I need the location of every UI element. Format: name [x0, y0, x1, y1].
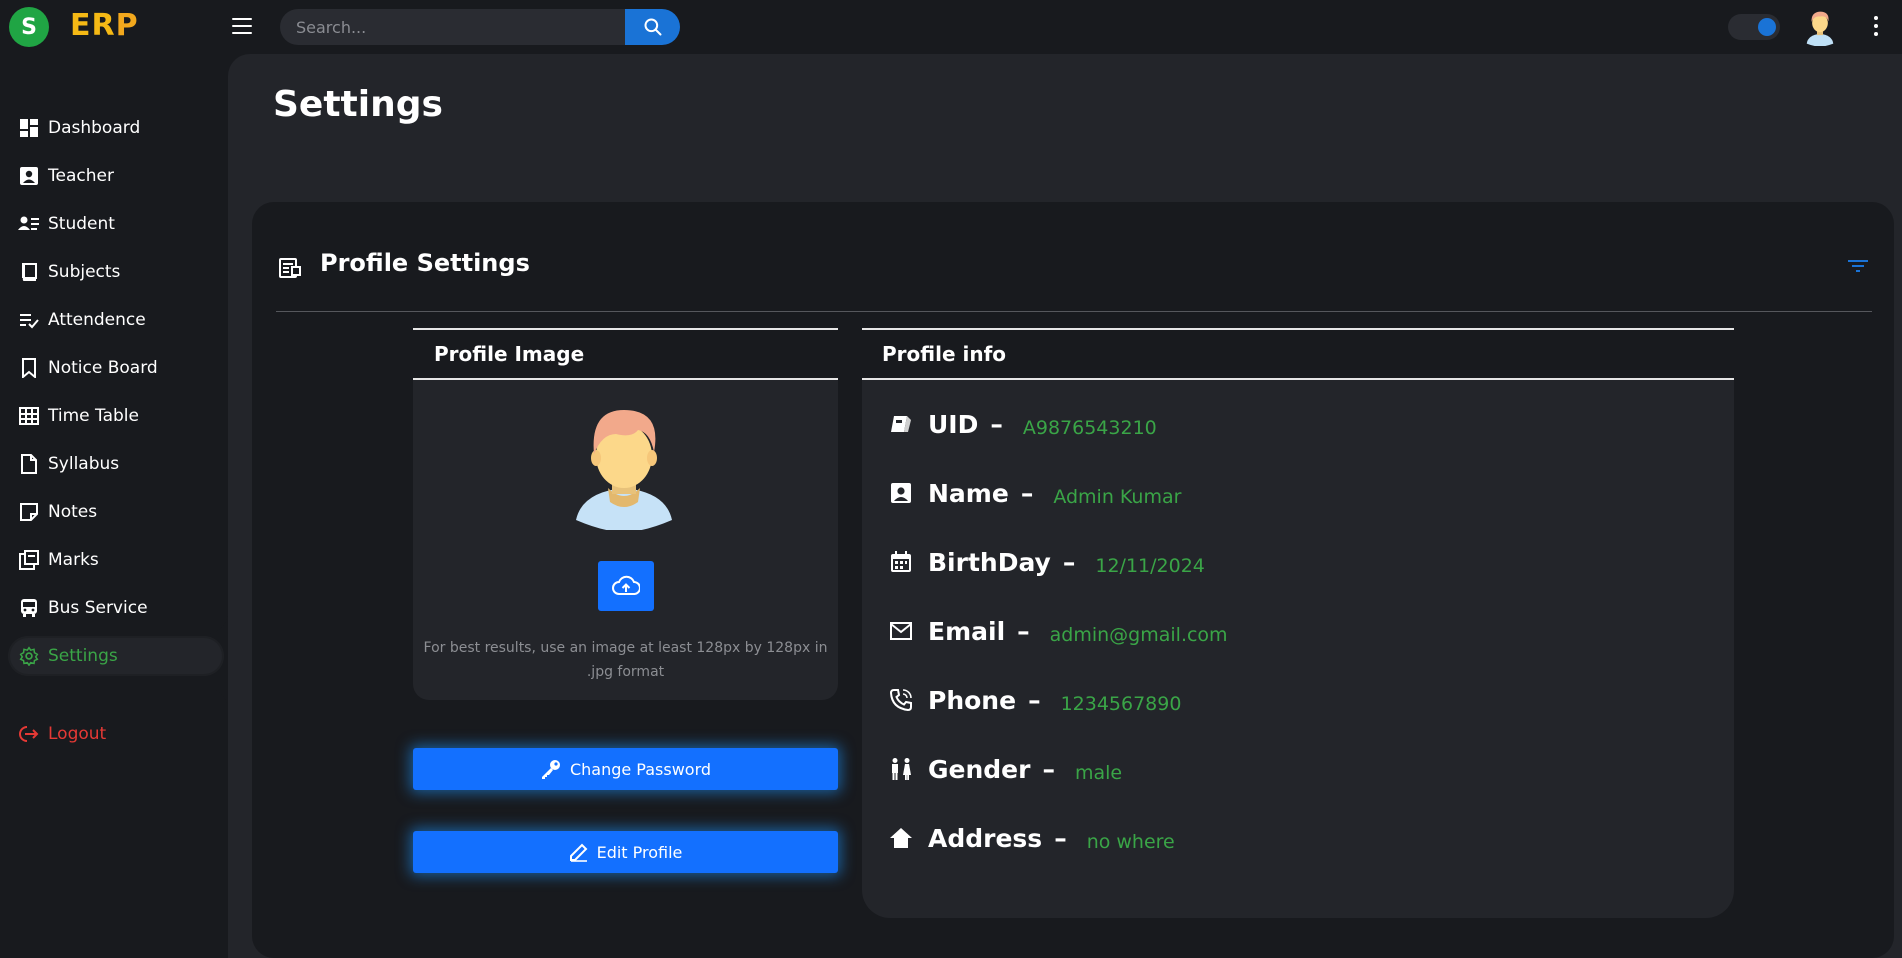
note-icon: [18, 501, 40, 523]
search-input[interactable]: [280, 9, 625, 45]
mail-icon: [888, 618, 914, 644]
sidebar-item-label: Notice Board: [48, 358, 158, 378]
home-icon: [888, 825, 914, 851]
phone-icon: [888, 687, 914, 713]
sidebar-item-bus-service[interactable]: Bus Service: [8, 588, 224, 628]
sidebar-item-label: Marks: [48, 550, 99, 570]
sidebar-item-attendence[interactable]: Attendence: [8, 300, 224, 340]
theme-toggle[interactable]: [1728, 14, 1780, 40]
user-avatar[interactable]: [1804, 8, 1836, 47]
app-logo-text: ERP: [70, 8, 139, 43]
bookmark-icon: [18, 357, 40, 379]
sidebar-item-time-table[interactable]: Time Table: [8, 396, 224, 436]
profile-avatar: [572, 404, 676, 532]
address-value: no where: [1086, 831, 1175, 853]
logout-icon: [18, 723, 40, 745]
info-row-birthday: BirthDay – 12/11/2024: [888, 544, 1205, 580]
file-icon: [18, 453, 40, 475]
profile-image-title: Profile Image: [434, 342, 585, 366]
search-icon: [644, 18, 661, 36]
page-title: Settings: [273, 84, 443, 125]
phone-value: 1234567890: [1060, 693, 1182, 715]
birthday-value: 12/11/2024: [1095, 555, 1205, 577]
bus-icon: [18, 597, 40, 619]
dashboard-icon: [18, 117, 40, 139]
marks-icon: [18, 549, 40, 571]
sidebar-item-marks[interactable]: Marks: [8, 540, 224, 580]
sidebar-item-label: Settings: [48, 646, 118, 666]
menu-icon[interactable]: [232, 18, 252, 34]
book-icon: [18, 261, 40, 283]
info-row-address: Address – no where: [888, 820, 1175, 856]
upload-image-button[interactable]: [598, 561, 654, 611]
search-button[interactable]: [625, 9, 680, 45]
gender-icon: [888, 756, 914, 782]
info-row-uid: UID – A9876543210: [888, 406, 1157, 442]
profile-info-title: Profile info: [882, 342, 1007, 366]
change-password-button[interactable]: Change Password: [413, 748, 838, 790]
sidebar-item-syllabus[interactable]: Syllabus: [8, 444, 224, 484]
gear-icon: [18, 645, 40, 667]
sidebar-item-label: Student: [48, 214, 115, 234]
key-icon: [540, 758, 562, 780]
info-row-gender: Gender – male: [888, 751, 1122, 787]
sidebar-item-notes[interactable]: Notes: [8, 492, 224, 532]
info-row-phone: Phone – 1234567890: [888, 682, 1181, 718]
sidebar-item-settings[interactable]: Settings: [8, 636, 224, 676]
calendar-icon: [888, 549, 914, 575]
sidebar-item-label: Syllabus: [48, 454, 120, 474]
sidebar-item-label: Bus Service: [48, 598, 148, 618]
sidebar-item-label: Attendence: [48, 310, 146, 330]
teacher-icon: [18, 165, 40, 187]
top-bar: S ERP: [0, 0, 1902, 54]
sidebar-item-label: Notes: [48, 502, 98, 522]
card-divider: [276, 311, 1872, 312]
filter-icon[interactable]: [1848, 258, 1868, 278]
settings-doc-icon: [278, 256, 302, 284]
sidebar-item-subjects[interactable]: Subjects: [8, 252, 224, 292]
sidebar-item-label: Subjects: [48, 262, 121, 282]
edit-profile-label: Edit Profile: [596, 842, 683, 862]
edit-profile-button[interactable]: Edit Profile: [413, 831, 838, 873]
sidebar-item-label: Time Table: [48, 406, 139, 426]
sidebar-item-label: Dashboard: [48, 118, 141, 138]
sidebar-item-label: Teacher: [48, 166, 114, 186]
avatar-icon: [1806, 11, 1834, 47]
uid-value: A9876543210: [1022, 417, 1157, 439]
name-value: Admin Kumar: [1053, 486, 1182, 508]
gender-value: male: [1074, 762, 1123, 784]
info-row-email: Email – admin@gmail.com: [888, 613, 1228, 649]
tag-icon: [888, 411, 914, 437]
pencil-icon: [569, 842, 589, 862]
card-title: Profile Settings: [320, 249, 530, 277]
sidebar-item-dashboard[interactable]: Dashboard: [8, 108, 224, 148]
cloud-upload-icon: [612, 575, 640, 595]
email-value: admin@gmail.com: [1049, 624, 1228, 646]
more-options-icon[interactable]: [1873, 16, 1879, 38]
student-icon: [18, 213, 40, 235]
avatar-icon: [576, 410, 672, 532]
logout-button[interactable]: Logout: [8, 714, 224, 754]
logo-icon: S: [9, 7, 49, 47]
logout-label: Logout: [48, 724, 107, 744]
change-password-label: Change Password: [569, 759, 712, 779]
grid-icon: [18, 405, 40, 427]
contact-icon: [888, 480, 914, 506]
sidebar-item-student[interactable]: Student: [8, 204, 224, 244]
image-hint-text: For best results, use an image at least …: [423, 640, 828, 680]
sidebar-item-teacher[interactable]: Teacher: [8, 156, 224, 196]
checklist-icon: [18, 309, 40, 331]
sidebar-item-notice-board[interactable]: Notice Board: [8, 348, 224, 388]
info-row-name: Name – Admin Kumar: [888, 475, 1181, 511]
